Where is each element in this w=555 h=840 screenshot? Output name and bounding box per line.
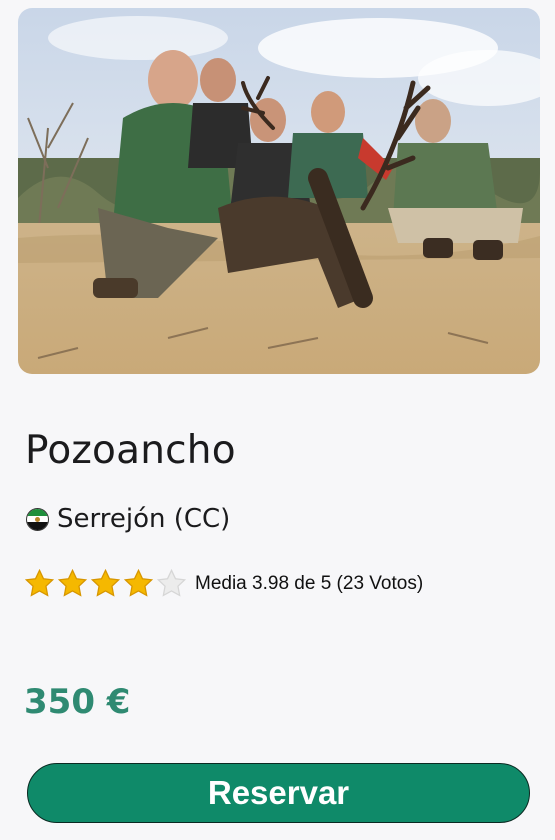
- star-empty-icon: [156, 568, 187, 599]
- listing-title: Pozoancho: [25, 428, 236, 473]
- hunting-photo[interactable]: [18, 8, 540, 374]
- rating: Media 3.98 de 5 (23 Votos): [24, 568, 423, 599]
- rating-text: Media 3.98 de 5 (23 Votos): [195, 572, 424, 594]
- star-filled-icon: [123, 568, 154, 599]
- reserve-button-label: Reservar: [207, 774, 350, 811]
- location-text: Serrejón (CC): [57, 504, 231, 534]
- listing-card: Pozoancho Serrejón (CC) Media 3.98 de 5 …: [0, 0, 555, 840]
- star-filled-icon: [90, 568, 121, 599]
- reserve-button[interactable]: Reservar: [27, 763, 530, 823]
- star-filled-icon: [24, 568, 55, 599]
- price: 350 €: [24, 682, 131, 722]
- star-filled-icon: [57, 568, 88, 599]
- location: Serrejón (CC): [26, 504, 230, 534]
- rating-stars: [24, 568, 189, 599]
- extremadura-flag-icon: [26, 507, 49, 531]
